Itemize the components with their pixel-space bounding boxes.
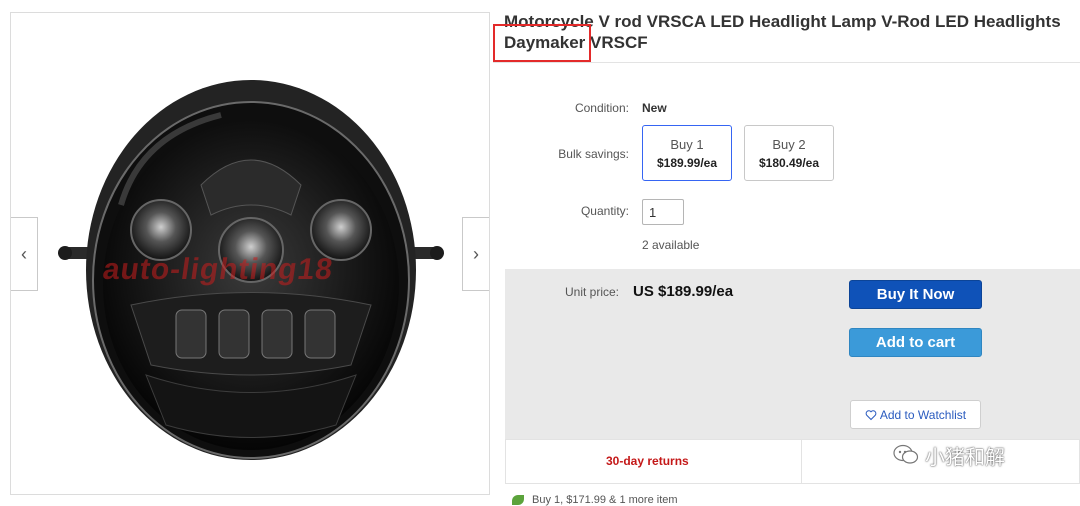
chevron-left-icon: ‹ <box>21 243 27 264</box>
promo-text: Buy 1, $171.99 & 1 more item <box>532 494 678 506</box>
divider <box>801 439 802 484</box>
watermark: auto-lighting18 <box>100 253 336 286</box>
add-to-cart-button[interactable]: Add to cart <box>849 328 982 357</box>
add-to-watchlist-button[interactable]: Add to Watchlist <box>850 400 981 429</box>
unit-price-label: Unit price: <box>565 285 620 299</box>
bulk-option-qty: Buy 1 <box>670 137 704 152</box>
bulk-savings-label: Bulk savings: <box>558 147 629 161</box>
bulk-option-price: $180.49/ea <box>758 156 820 170</box>
returns-label: 30-day returns <box>606 454 689 468</box>
chat-bubble-icon <box>893 444 919 464</box>
previous-image-button[interactable]: ‹ <box>11 217 38 291</box>
social-watermark-text: 小猪和解 <box>925 444 1005 469</box>
bulk-option-buy-2[interactable]: Buy 2 $180.49/ea <box>744 125 834 181</box>
heart-icon <box>865 409 877 420</box>
quantity-input[interactable] <box>642 199 684 225</box>
unit-price-value: US $189.99/ea <box>633 283 734 300</box>
quantity-label: Quantity: <box>580 204 629 218</box>
condition-label: Condition: <box>574 101 629 115</box>
highlight-annotation <box>493 24 591 62</box>
bulk-option-qty: Buy 2 <box>772 137 806 152</box>
next-image-button[interactable]: › <box>462 217 489 291</box>
bulk-option-price: $189.99/ea <box>656 156 718 170</box>
watchlist-label: Add to Watchlist <box>879 407 967 422</box>
social-watermark: 小猪和解 <box>893 440 1053 470</box>
promo-row: Buy 1, $171.99 & 1 more item <box>512 494 678 506</box>
condition-value: New <box>642 101 667 115</box>
image-gallery: auto-lighting18 ‹ › <box>10 12 490 495</box>
buy-it-now-button[interactable]: Buy It Now <box>849 280 982 309</box>
leaf-icon <box>512 495 524 505</box>
divider <box>493 62 1080 63</box>
availability-text: 2 available <box>642 238 700 252</box>
chevron-right-icon: › <box>473 243 479 264</box>
bulk-option-buy-1[interactable]: Buy 1 $189.99/ea <box>642 125 732 181</box>
